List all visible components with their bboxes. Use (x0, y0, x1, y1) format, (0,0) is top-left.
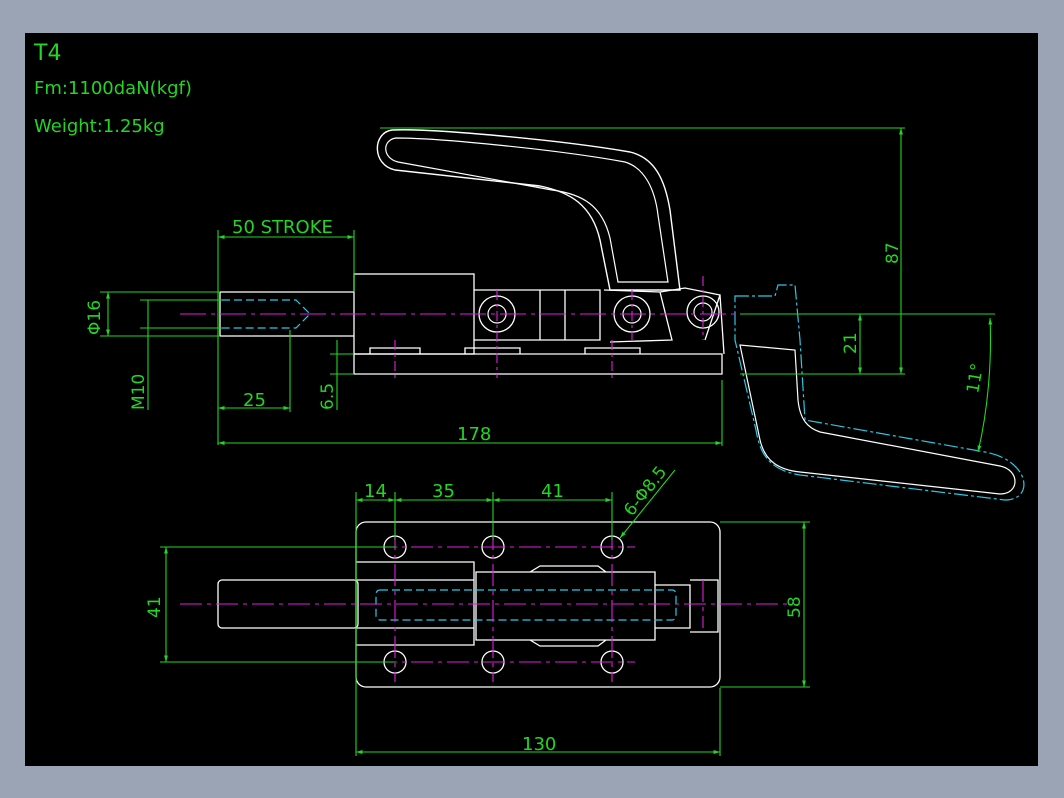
dim-41-top: 41 (541, 481, 564, 502)
angle-11: 11° (963, 362, 988, 395)
dim-41-left: 41 (145, 596, 165, 618)
diameter16-dim: Φ16 (85, 300, 105, 335)
dim-178: 178 (457, 424, 491, 445)
holes-dim: 6-Φ8.5 (620, 463, 671, 521)
dim-14: 14 (364, 481, 387, 502)
top-dimensions (160, 469, 810, 756)
dim-25: 25 (243, 390, 266, 411)
cad-viewport-frame: T4 Fm:1100daN(kgf) Weight:1.25kg 50 STRO… (0, 0, 1064, 798)
dim-130: 130 (522, 734, 556, 755)
dim-6-5: 6.5 (318, 383, 338, 410)
m10-dim: M10 (129, 374, 149, 410)
force-label: Fm:1100daN(kgf) (34, 78, 192, 99)
dim-87: 87 (883, 242, 903, 264)
top-centerlines (180, 528, 790, 682)
base-plate (353, 347, 723, 375)
top-dimension-labels: 14 35 41 6-Φ8.5 41 58 130 (145, 463, 805, 755)
top-slide-hidden (375, 589, 677, 621)
dim-58: 58 (785, 596, 805, 618)
handle-inner-outline (385, 137, 669, 283)
technical-drawing: T4 Fm:1100daN(kgf) Weight:1.25kg 50 STRO… (33, 41, 1025, 756)
dim-21: 21 (841, 332, 861, 354)
dim-35: 35 (432, 481, 455, 502)
stroke-dim: 50 STROKE (232, 217, 333, 238)
drawing-title: T4 (33, 41, 61, 66)
linkage (474, 287, 725, 355)
handle-outline (376, 129, 681, 291)
side-view (180, 129, 1025, 501)
top-linkage (475, 565, 719, 647)
weight-label: Weight:1.25kg (34, 116, 165, 137)
